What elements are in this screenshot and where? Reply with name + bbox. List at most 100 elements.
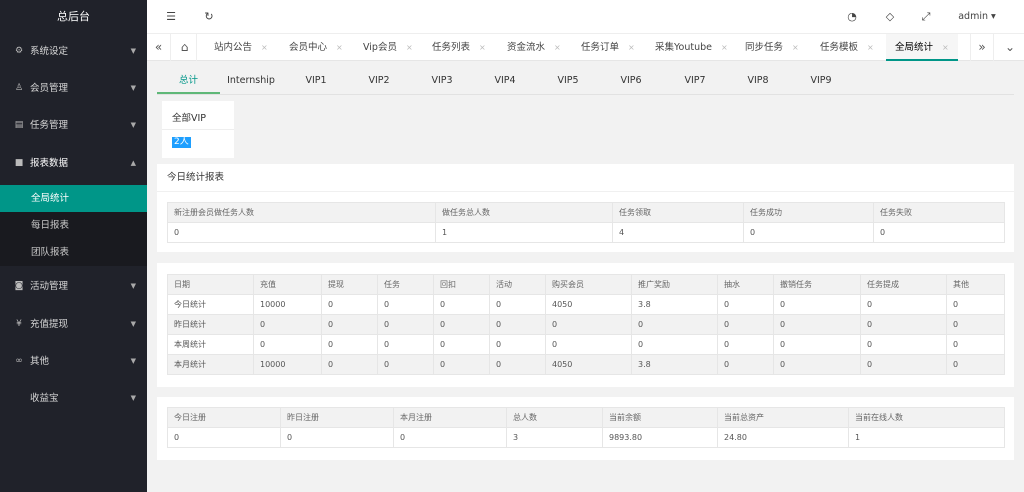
- tab-announcements[interactable]: 站内公告 ×: [214, 34, 268, 61]
- note-icon[interactable]: ◇: [878, 0, 902, 34]
- column-header: 新注册会员做任务人数: [167, 202, 436, 223]
- tab-vip-total[interactable]: 总计: [157, 68, 220, 94]
- filter-all-vip[interactable]: 全部VIP: [172, 110, 206, 124]
- table-header-row: 新注册会员做任务人数 做任务总人数 任务领取 任务成功 任务失败: [167, 202, 1005, 223]
- tab-member-center[interactable]: 会员中心 ×: [289, 34, 343, 61]
- tab-vip-members[interactable]: Vip会员 ×: [363, 34, 413, 61]
- tab-vip8[interactable]: VIP8: [728, 68, 788, 94]
- table-cell: 0: [321, 294, 378, 315]
- link-icon: ∞: [15, 356, 23, 366]
- caret-up-icon: ▲: [130, 159, 136, 167]
- sidebar-item-label: 充值提现: [30, 319, 69, 330]
- table-cell: 0: [717, 314, 774, 335]
- caret-down-icon: ▼: [130, 47, 136, 55]
- tab-global-stats[interactable]: 全局统计 ×: [886, 34, 958, 61]
- menu-toggle-icon[interactable]: ☰: [159, 0, 183, 34]
- column-header: 抽水: [717, 274, 774, 295]
- close-icon[interactable]: ×: [479, 43, 486, 52]
- column-header: 任务领取: [612, 202, 744, 223]
- tab-vip4[interactable]: VIP4: [475, 68, 535, 94]
- sidebar-subitem-global-stats[interactable]: 全局统计: [0, 185, 147, 212]
- tab-task-orders[interactable]: 任务订单 ×: [581, 34, 635, 61]
- close-icon[interactable]: ×: [792, 43, 799, 52]
- sidebar-item-recharge-withdraw[interactable]: ¥ 充值提现 ▼: [0, 306, 147, 343]
- table-cell: 4050: [545, 294, 632, 315]
- tab-task-list[interactable]: 任务列表 ×: [432, 34, 486, 61]
- tab-vip6[interactable]: VIP6: [601, 68, 661, 94]
- close-icon[interactable]: ×: [942, 43, 949, 52]
- tab-task-templates[interactable]: 任务模板 ×: [820, 34, 874, 61]
- sidebar-subitem-daily-report[interactable]: 每日报表: [0, 212, 147, 239]
- tabs-next-icon[interactable]: »: [970, 34, 994, 61]
- tabs-more-icon[interactable]: ⌄: [998, 34, 1022, 61]
- today-table: 新注册会员做任务人数 做任务总人数 任务领取 任务成功 任务失败 0 1 4 0…: [167, 202, 1005, 243]
- table-cell: 0: [377, 314, 434, 335]
- tab-label: 任务模板: [820, 42, 859, 53]
- sidebar-item-report-data[interactable]: ■ 报表数据 ▲: [0, 145, 147, 182]
- column-header: 推广奖励: [631, 274, 718, 295]
- tab-label: Vip会员: [363, 42, 397, 53]
- table-cell: 0: [433, 354, 490, 375]
- tab-vip3[interactable]: VIP3: [412, 68, 472, 94]
- sidebar-item-system-settings[interactable]: ⚙ 系统设定 ▼: [0, 33, 147, 70]
- column-header: 当前在线人数: [848, 407, 1005, 428]
- tab-vip2[interactable]: VIP2: [349, 68, 409, 94]
- table-cell: 0: [489, 294, 546, 315]
- close-icon[interactable]: ×: [336, 43, 343, 52]
- table-cell: 0: [545, 334, 632, 355]
- close-icon[interactable]: ×: [721, 43, 728, 52]
- sidebar-item-label: 收益宝: [30, 393, 59, 404]
- fullscreen-icon[interactable]: ⤢: [914, 0, 938, 34]
- tab-label: 资金流水: [507, 42, 546, 53]
- sidebar-item-other[interactable]: ∞ 其他 ▼: [0, 343, 147, 380]
- user-icon: ♙: [14, 83, 24, 93]
- close-icon[interactable]: ×: [628, 43, 635, 52]
- table-row: 本周统计 0 0 0 0 0 0 0 0 0 0 0: [167, 334, 1005, 355]
- tab-fund-flow[interactable]: 资金流水 ×: [507, 34, 561, 61]
- tab-vip1[interactable]: VIP1: [286, 68, 346, 94]
- column-header: 当前余额: [602, 407, 718, 428]
- tab-vip7[interactable]: VIP7: [665, 68, 725, 94]
- close-icon[interactable]: ×: [261, 43, 268, 52]
- home-icon[interactable]: ⌂: [173, 34, 197, 61]
- tab-vip9[interactable]: VIP9: [791, 68, 851, 94]
- sidebar-item-task-management[interactable]: ▤ 任务管理 ▼: [0, 107, 147, 144]
- user-menu[interactable]: admin ▾: [953, 0, 1001, 34]
- close-icon[interactable]: ×: [554, 43, 561, 52]
- summary-table: 今日注册 昨日注册 本月注册 总人数 当前余额 当前总资产 当前在线人数 0 0…: [167, 407, 1005, 448]
- table-header-row: 日期 充值 提现 任务 回扣 活动 购买会员 推广奖励 抽水 撤销任务 任务提成…: [167, 274, 1005, 295]
- close-icon[interactable]: ×: [867, 43, 874, 52]
- tab-sync-tasks[interactable]: 同步任务 ×: [745, 34, 799, 61]
- table-cell: 0: [860, 314, 947, 335]
- sidebar-item-label: 系统设定: [30, 46, 69, 57]
- table-cell: 0: [489, 334, 546, 355]
- tabs-prev-icon[interactable]: «: [147, 34, 171, 61]
- tab-label: 任务列表: [432, 42, 471, 53]
- column-header: 日期: [167, 274, 254, 295]
- sidebar-submenu: 全局统计 每日报表 团队报表: [0, 185, 147, 266]
- caret-down-icon: ▼: [130, 121, 136, 129]
- refresh-icon[interactable]: ↻: [197, 0, 221, 34]
- tab-collect-youtube[interactable]: 采集Youtube ×: [655, 34, 728, 61]
- tab-vip5[interactable]: VIP5: [538, 68, 598, 94]
- table-cell: 0: [433, 334, 490, 355]
- table-cell: 0: [545, 314, 632, 335]
- table-cell: 0: [489, 314, 546, 335]
- sidebar-item-yield[interactable]: 收益宝 ▼: [0, 380, 147, 417]
- top-header: ☰ ↻ ◔ ◇ ⤢ admin ▾: [147, 0, 1024, 34]
- table-cell: 0: [717, 334, 774, 355]
- table-cell: 0: [377, 334, 434, 355]
- column-header: 做任务总人数: [435, 202, 613, 223]
- table-cell: 4050: [545, 354, 632, 375]
- period-stats-card: 日期 充值 提现 任务 回扣 活动 购买会员 推广奖励 抽水 撤销任务 任务提成…: [157, 263, 1014, 387]
- close-icon[interactable]: ×: [406, 43, 413, 52]
- theme-icon[interactable]: ◔: [840, 0, 864, 34]
- sidebar-subitem-team-report[interactable]: 团队报表: [0, 239, 147, 266]
- sidebar-item-member-management[interactable]: ♙ 会员管理 ▼: [0, 70, 147, 107]
- caret-down-icon: ▼: [130, 84, 136, 92]
- table-header-row: 今日注册 昨日注册 本月注册 总人数 当前余额 当前总资产 当前在线人数: [167, 407, 1005, 428]
- sidebar-item-activity-management[interactable]: ◙ 活动管理 ▼: [0, 268, 147, 305]
- table-cell: 0: [253, 314, 322, 335]
- tab-vip-internship[interactable]: Internship: [221, 68, 281, 94]
- table-cell: 1: [848, 427, 1005, 448]
